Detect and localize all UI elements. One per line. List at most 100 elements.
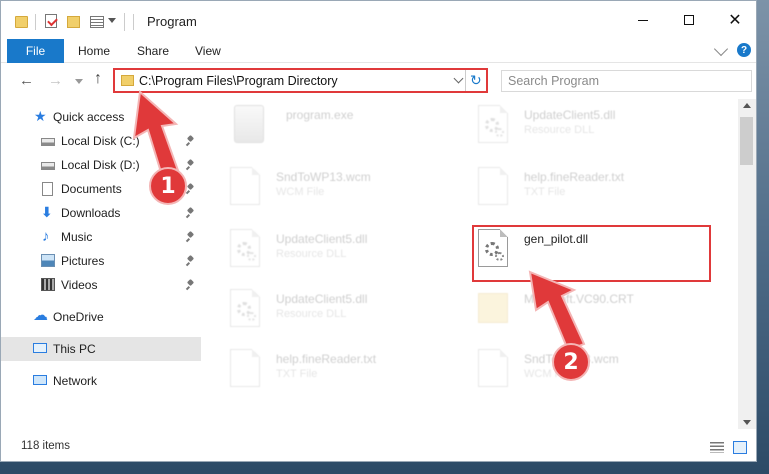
file-type: Resource DLL xyxy=(524,124,595,136)
file-item[interactable]: help.fineReader.txt TXT File xyxy=(478,167,708,217)
file-item[interactable]: SndToWP13.wcm WCM File xyxy=(478,349,708,399)
refresh-icon[interactable]: ↻ xyxy=(470,72,482,89)
file-name: UpdateClient5.dll xyxy=(276,232,368,246)
scroll-thumb[interactable] xyxy=(740,117,753,165)
recent-locations-dropdown-icon[interactable] xyxy=(75,79,83,84)
sidebar-item-label: Local Disk (C:) xyxy=(61,134,140,148)
file-item[interactable]: SndToWP13.wcm WCM File xyxy=(230,167,460,217)
pin-icon[interactable] xyxy=(187,280,195,290)
pin-icon[interactable] xyxy=(187,184,195,194)
details-view-icon[interactable] xyxy=(710,442,724,453)
sidebar-item-label: Quick access xyxy=(53,110,125,124)
navigation-pane: ★ Quick access Local Disk (C:) Local Dis… xyxy=(1,99,203,429)
new-folder-icon[interactable] xyxy=(67,16,80,28)
file-item[interactable]: UpdateClient5.dll Resource DLL xyxy=(230,289,460,339)
music-icon: ♪ xyxy=(42,228,50,245)
file-type: Resource DLL xyxy=(276,248,347,260)
sidebar-item-network[interactable]: Network xyxy=(1,369,201,393)
up-button[interactable]: ↑ xyxy=(94,71,102,87)
item-count: 118 items xyxy=(21,440,71,452)
file-type: Resource DLL xyxy=(276,308,347,320)
divider xyxy=(35,14,36,30)
window-title: Program xyxy=(133,14,223,30)
file-item[interactable]: program.exe xyxy=(234,105,464,155)
step-1-badge: 1 xyxy=(149,167,187,205)
pin-icon[interactable] xyxy=(187,256,195,266)
pin-icon[interactable] xyxy=(187,136,195,146)
forward-button[interactable]: → xyxy=(48,73,63,89)
status-bar: 118 items xyxy=(1,434,756,460)
computer-icon xyxy=(33,343,47,353)
tab-share[interactable]: Share xyxy=(137,39,169,63)
sidebar-item-videos[interactable]: Videos xyxy=(1,273,201,297)
sidebar-item-label: This PC xyxy=(53,342,96,356)
file-name: program.exe xyxy=(286,108,354,122)
file-type: TXT File xyxy=(276,368,318,380)
dll-icon xyxy=(230,289,260,327)
pin-icon[interactable] xyxy=(187,208,195,218)
search-input[interactable] xyxy=(508,73,718,89)
help-icon[interactable]: ? xyxy=(737,43,751,57)
explorer-window: Program ✕ File Home Share View ? ← → ↑ C… xyxy=(0,0,757,462)
quick-access-dropdown-icon[interactable] xyxy=(108,18,116,23)
folder-icon xyxy=(121,75,134,86)
sidebar-item-onedrive[interactable]: ☁ OneDrive xyxy=(1,305,201,329)
sidebar-item-quick-access[interactable]: ★ Quick access xyxy=(1,105,201,129)
minimize-button[interactable] xyxy=(620,1,666,39)
title-bar: Program ✕ xyxy=(1,1,756,39)
address-dropdown-icon[interactable] xyxy=(453,73,464,84)
view-options-icon[interactable] xyxy=(90,16,104,28)
tab-file[interactable]: File xyxy=(7,39,64,63)
videos-icon xyxy=(41,278,55,291)
tab-view[interactable]: View xyxy=(195,39,221,63)
step-2-badge: 2 xyxy=(552,343,590,381)
sidebar-item-music[interactable]: ♪ Music xyxy=(1,225,201,249)
pin-icon[interactable] xyxy=(187,160,195,170)
scroll-down-icon[interactable] xyxy=(743,420,751,425)
sidebar-item-label: Documents xyxy=(61,182,122,196)
selection-highlight-box xyxy=(472,225,711,282)
sidebar-item-this-pc[interactable]: This PC xyxy=(1,337,201,361)
pictures-icon xyxy=(41,254,55,267)
sidebar-item-label: Videos xyxy=(61,278,98,292)
file-item[interactable]: UpdateClient5.dll Resource DLL xyxy=(478,105,708,155)
scroll-up-icon[interactable] xyxy=(743,103,751,108)
search-box[interactable] xyxy=(501,70,752,92)
file-name: Microsoft.VC90.CRT xyxy=(524,292,634,306)
file-type: TXT File xyxy=(524,186,566,198)
ribbon: File Home Share View ? xyxy=(1,39,756,63)
sidebar-item-label: Network xyxy=(53,374,98,388)
sidebar-item-label: Downloads xyxy=(61,206,121,220)
expand-ribbon-icon[interactable] xyxy=(713,41,729,57)
vertical-scrollbar[interactable] xyxy=(738,99,756,429)
document-icon xyxy=(478,167,508,205)
back-button[interactable]: ← xyxy=(19,73,34,89)
properties-icon[interactable] xyxy=(45,14,57,28)
maximize-button[interactable] xyxy=(666,1,712,39)
document-icon xyxy=(478,349,508,387)
file-item[interactable]: Microsoft.VC90.CRT xyxy=(478,289,708,339)
file-item[interactable]: help.fineReader.txt TXT File xyxy=(230,349,460,399)
network-icon xyxy=(33,375,47,385)
sidebar-item-label: Music xyxy=(61,230,93,244)
documents-icon xyxy=(42,182,53,196)
divider xyxy=(124,13,125,31)
exe-icon xyxy=(234,105,264,143)
tab-home[interactable]: Home xyxy=(78,39,110,63)
close-button[interactable]: ✕ xyxy=(712,1,756,39)
star-icon: ★ xyxy=(34,108,47,124)
dll-icon xyxy=(478,105,508,143)
address-bar[interactable]: C:\Program Files\Program Directory ↻ xyxy=(113,68,488,93)
file-item[interactable]: UpdateClient5.dll Resource DLL xyxy=(230,229,460,279)
divider xyxy=(465,70,466,91)
pin-icon[interactable] xyxy=(187,232,195,242)
sidebar-item-local-disk-c[interactable]: Local Disk (C:) xyxy=(1,129,201,153)
large-icons-view-icon[interactable] xyxy=(733,441,747,454)
file-name: UpdateClient5.dll xyxy=(276,292,368,306)
file-name: UpdateClient5.dll xyxy=(524,108,616,122)
address-path[interactable]: C:\Program Files\Program Directory xyxy=(139,74,338,88)
disk-icon xyxy=(41,138,55,146)
sidebar-item-pictures[interactable]: Pictures xyxy=(1,249,201,273)
file-name: help.fineReader.txt xyxy=(276,352,377,366)
file-name: SndToWP13.wcm xyxy=(276,170,371,184)
